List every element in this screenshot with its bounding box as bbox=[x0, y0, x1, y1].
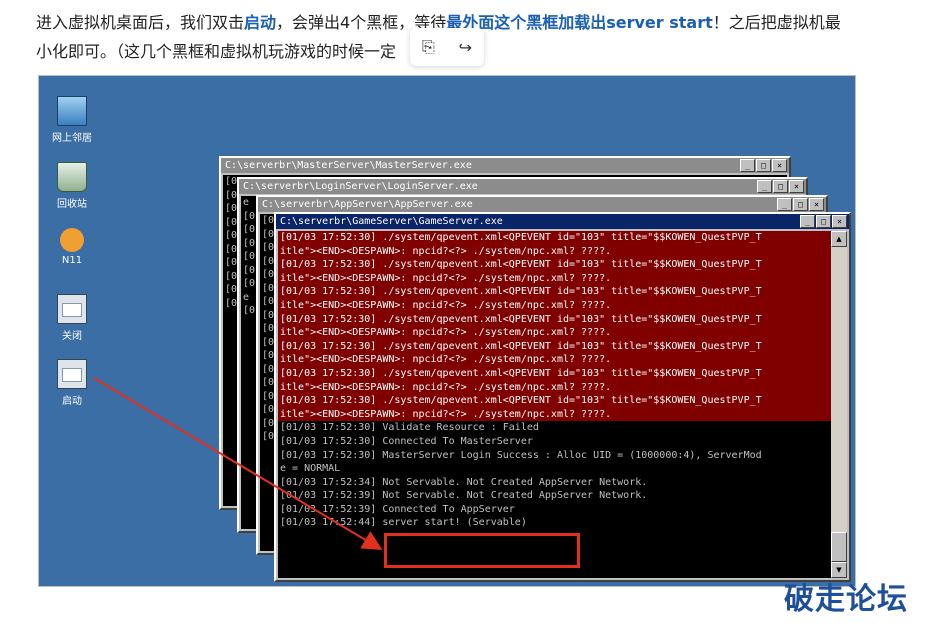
annotation-arrow bbox=[93, 377, 383, 551]
article-text: ！之后把虚拟机最 bbox=[712, 13, 841, 32]
virtual-desktop: 网上邻居 回收站 N11 关闭 启动 C:\serverbr\MasterSer… bbox=[39, 76, 855, 586]
article-text: 小化即可。（这几个黑框和虚拟机玩游戏的时候一定 bbox=[36, 42, 397, 61]
highlight-server-start: 最外面这个黑框加载出server start bbox=[446, 13, 713, 32]
floating-toolbar: ⎘ ↪ bbox=[410, 28, 484, 66]
site-watermark-logo: 破走论坛 bbox=[784, 582, 908, 617]
link-edit-icon[interactable]: ⎘ bbox=[422, 37, 435, 57]
screenshot-frame: 网上邻居 回收站 N11 关闭 启动 C:\serverbr\MasterSer… bbox=[38, 75, 856, 587]
highlight-start: 启动 bbox=[244, 13, 277, 32]
article-text: 进入虚拟机桌面后，我们双击 bbox=[36, 13, 245, 32]
share-icon[interactable]: ↪ bbox=[459, 38, 472, 57]
